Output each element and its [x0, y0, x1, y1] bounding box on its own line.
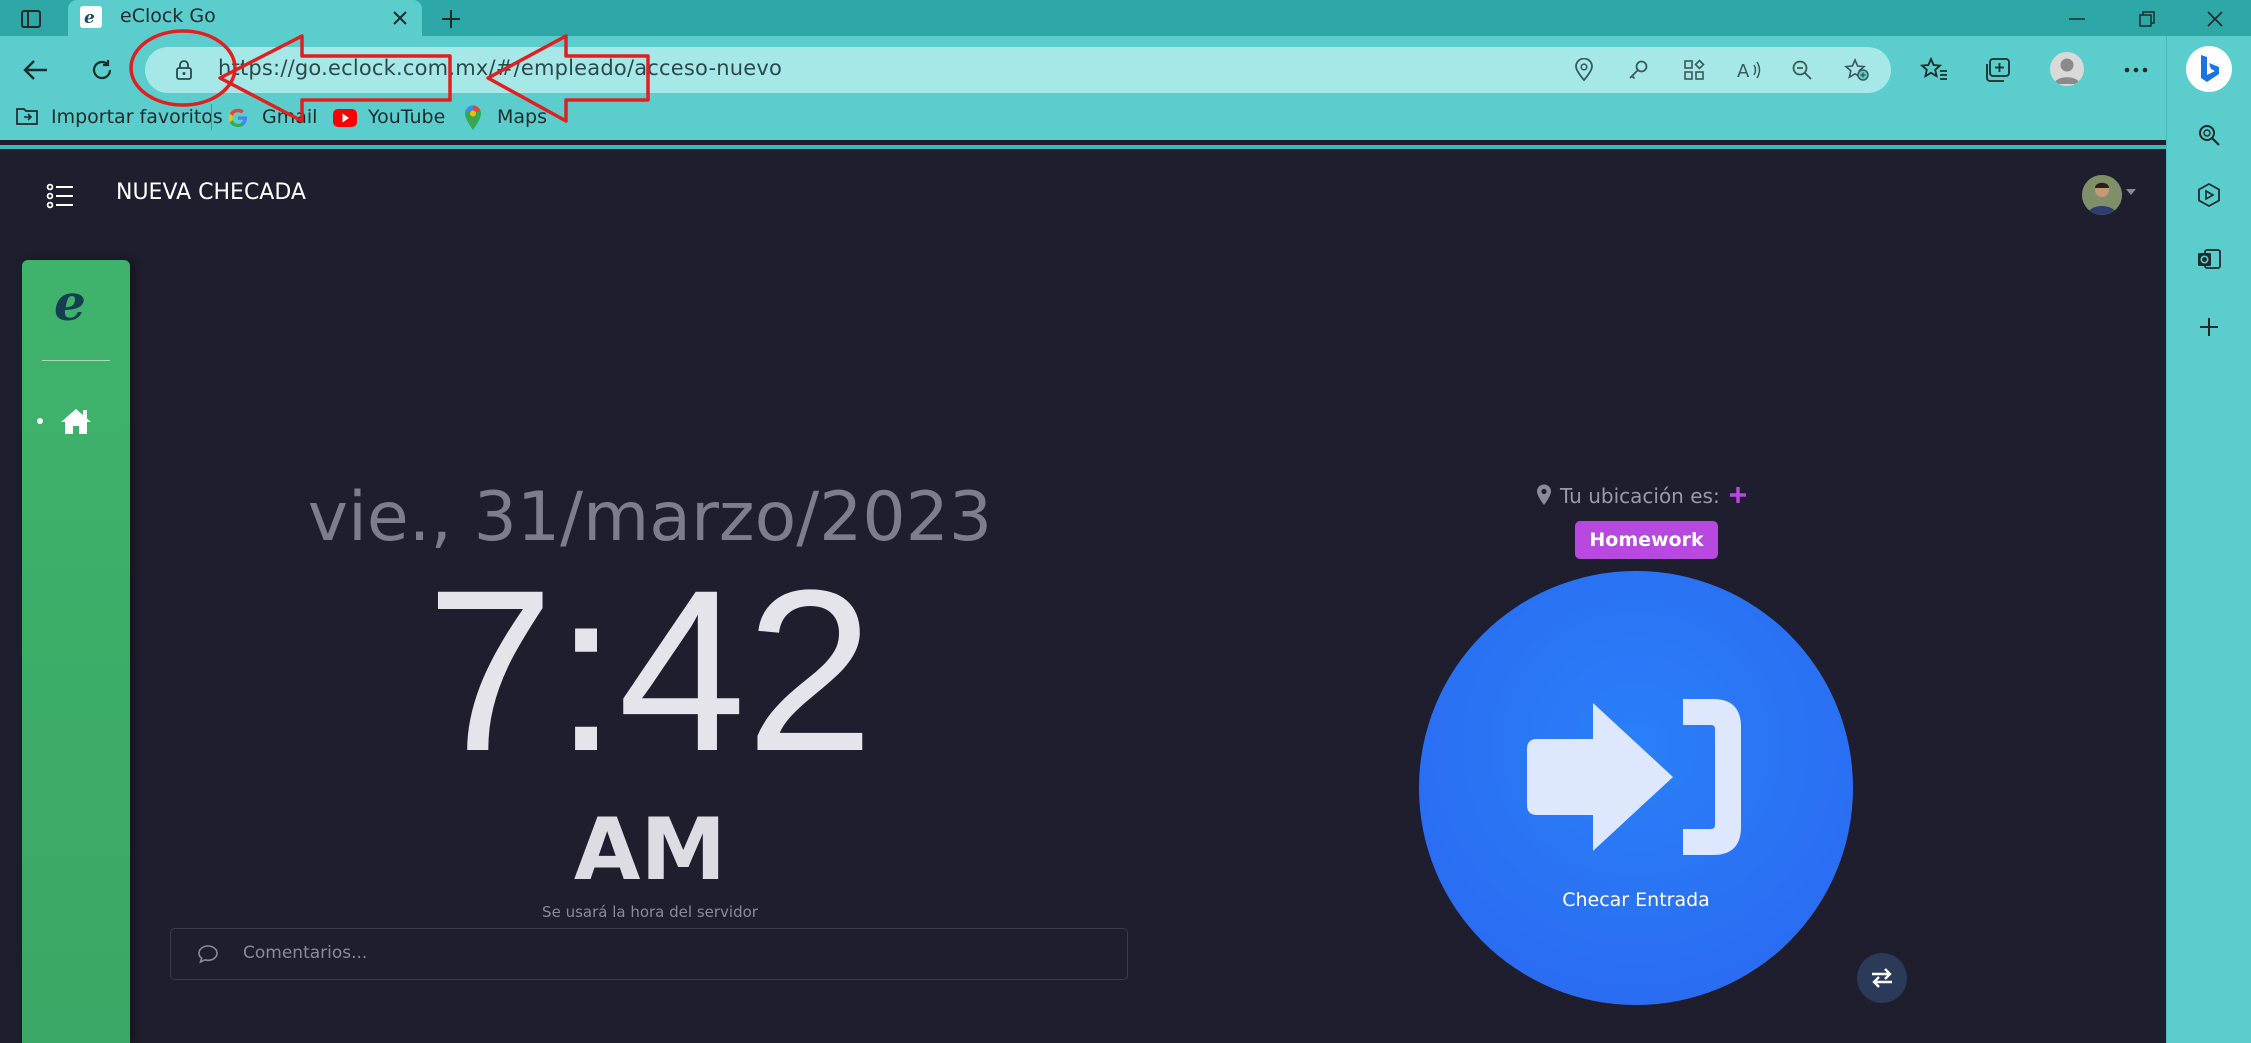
- annotation-arrow-right: [486, 34, 650, 123]
- annotation-overlay: [129, 29, 650, 123]
- annotation-circle: [129, 29, 237, 107]
- annotation-arrow-left: [218, 34, 452, 123]
